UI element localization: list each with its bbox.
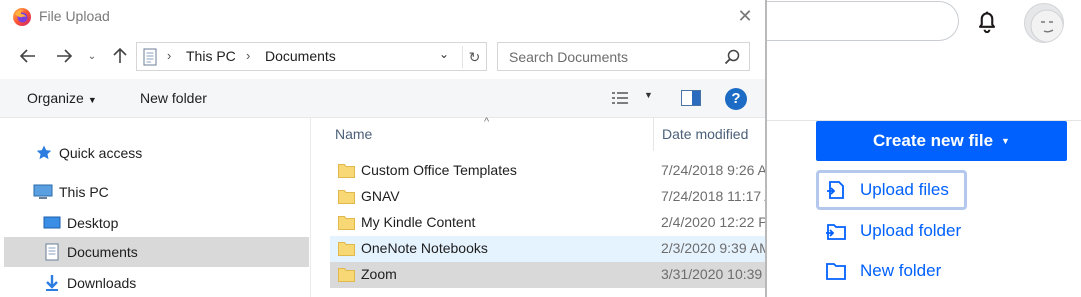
document-location-icon	[143, 48, 157, 66]
sort-ascending-icon: ^	[484, 116, 490, 128]
preview-pane-icon[interactable]	[681, 90, 701, 106]
dialog-toolbar: Organize ▼ New folder ▼ ?	[0, 79, 765, 118]
nav-item-label: Documents	[67, 244, 138, 260]
search-documents-field[interactable]	[497, 42, 750, 71]
file-name: Zoom	[361, 266, 397, 282]
breadcrumb-separator-icon: ›	[246, 48, 251, 63]
new-folder-label: New folder	[860, 261, 942, 280]
forward-arrow-icon[interactable]	[53, 45, 75, 67]
file-date: 2/4/2020 12:22 PM	[661, 214, 765, 230]
create-new-file-label: Create new file	[873, 131, 994, 150]
upload-file-icon	[827, 181, 844, 199]
address-bar[interactable]: › This PC › Documents ⌄ ↻	[136, 42, 487, 71]
file-row-my-kindle-content[interactable]: My Kindle Content 2/4/2020 12:22 PM	[330, 210, 765, 236]
nav-item-label: Quick access	[59, 145, 143, 161]
upload-folder-link[interactable]: Upload folder	[816, 211, 961, 251]
file-name: Custom Office Templates	[361, 162, 517, 178]
file-date: 3/31/2020 10:39 AM	[661, 266, 765, 282]
file-name: My Kindle Content	[361, 214, 476, 230]
column-header-date-modified[interactable]: Date modified	[662, 126, 748, 142]
file-date: 7/24/2018 11:17 AM	[661, 188, 765, 204]
file-date: 2/3/2020 9:39 AM	[661, 240, 765, 256]
folder-icon	[338, 164, 355, 178]
breadcrumb-separator-icon: ›	[167, 48, 172, 63]
upload-files-label: Upload files	[860, 180, 949, 199]
new-folder-button[interactable]: New folder	[140, 90, 207, 106]
help-icon[interactable]: ?	[725, 88, 747, 110]
dialog-title: File Upload	[39, 8, 110, 24]
nav-item-downloads[interactable]: Downloads	[43, 268, 293, 297]
desktop-icon	[43, 216, 61, 229]
nav-item-desktop[interactable]: Desktop	[43, 208, 293, 238]
organize-button[interactable]: Organize ▼	[27, 90, 97, 106]
close-icon[interactable]: ✕	[733, 4, 757, 28]
column-divider[interactable]	[653, 118, 654, 151]
bell-icon[interactable]	[973, 7, 1001, 35]
upload-files-link[interactable]: Upload files	[816, 170, 967, 210]
chevron-down-icon: ▼	[1001, 136, 1010, 146]
nav-item-label: Desktop	[67, 215, 119, 231]
computer-icon	[33, 184, 53, 199]
file-list: ^ Name Date modified Custom Office Templ…	[312, 116, 765, 297]
navigation-bar: ⌄ › This PC › Documents ⌄ ↻	[0, 33, 765, 79]
nav-item-label: Downloads	[67, 275, 137, 291]
column-header-name[interactable]: Name	[335, 126, 372, 142]
download-icon	[46, 275, 58, 291]
view-options-icon[interactable]	[612, 91, 634, 105]
documents-icon	[45, 243, 59, 261]
create-new-file-button[interactable]: Create new file ▼	[816, 121, 1067, 161]
file-row-zoom[interactable]: Zoom 3/31/2020 10:39 AM	[330, 262, 765, 288]
file-upload-dialog: File Upload ✕ ⌄ › This PC › Documents ⌄ …	[0, 0, 767, 297]
address-dropdown-icon[interactable]: ⌄	[439, 47, 449, 61]
star-icon	[36, 145, 52, 160]
folder-icon	[338, 242, 355, 256]
avatar[interactable]	[1024, 3, 1064, 43]
search-icon	[724, 49, 740, 65]
back-arrow-icon[interactable]	[17, 45, 39, 67]
file-name: OneNote Notebooks	[361, 240, 488, 256]
breadcrumb-documents[interactable]: Documents	[265, 48, 336, 64]
new-folder-link[interactable]: New folder	[816, 251, 941, 291]
up-arrow-icon[interactable]	[109, 45, 131, 67]
file-row-onenote-notebooks[interactable]: OneNote Notebooks 2/3/2020 9:39 AM	[330, 236, 765, 262]
nav-item-this-pc[interactable]: This PC	[33, 177, 293, 207]
upload-folder-label: Upload folder	[860, 221, 962, 240]
chevron-down-icon[interactable]: ▼	[644, 90, 653, 100]
refresh-icon[interactable]: ↻	[462, 46, 486, 68]
folder-icon	[338, 268, 355, 282]
breadcrumb-this-pc[interactable]: This PC	[186, 48, 236, 64]
nav-item-documents[interactable]: Documents	[4, 237, 309, 267]
firefox-icon	[13, 8, 31, 26]
nav-item-quick-access[interactable]: Quick access	[35, 138, 295, 168]
chevron-down-icon: ▼	[87, 95, 97, 105]
folder-icon	[338, 190, 355, 204]
avatar-face-icon	[1030, 9, 1063, 42]
folder-icon	[338, 216, 355, 230]
file-row-custom-office-templates[interactable]: Custom Office Templates 7/24/2018 9:26 A…	[330, 158, 765, 184]
dialog-titlebar: File Upload ✕	[0, 0, 765, 33]
upload-folder-icon	[826, 224, 846, 240]
file-date: 7/24/2018 9:26 AM	[661, 162, 765, 178]
folder-icon	[826, 263, 846, 280]
organize-label: Organize	[27, 90, 84, 106]
file-row-gnav[interactable]: GNAV 7/24/2018 11:17 AM	[330, 184, 765, 210]
recent-locations-chevron-icon[interactable]: ⌄	[85, 45, 99, 67]
search-input[interactable]	[498, 43, 718, 70]
file-name: GNAV	[361, 188, 400, 204]
nav-item-label: This PC	[59, 184, 109, 200]
page-search-bar[interactable]	[740, 1, 959, 41]
file-list-header: ^ Name Date modified	[312, 116, 765, 151]
navigation-pane: Quick access This PC Desktop Documents D…	[0, 118, 311, 297]
